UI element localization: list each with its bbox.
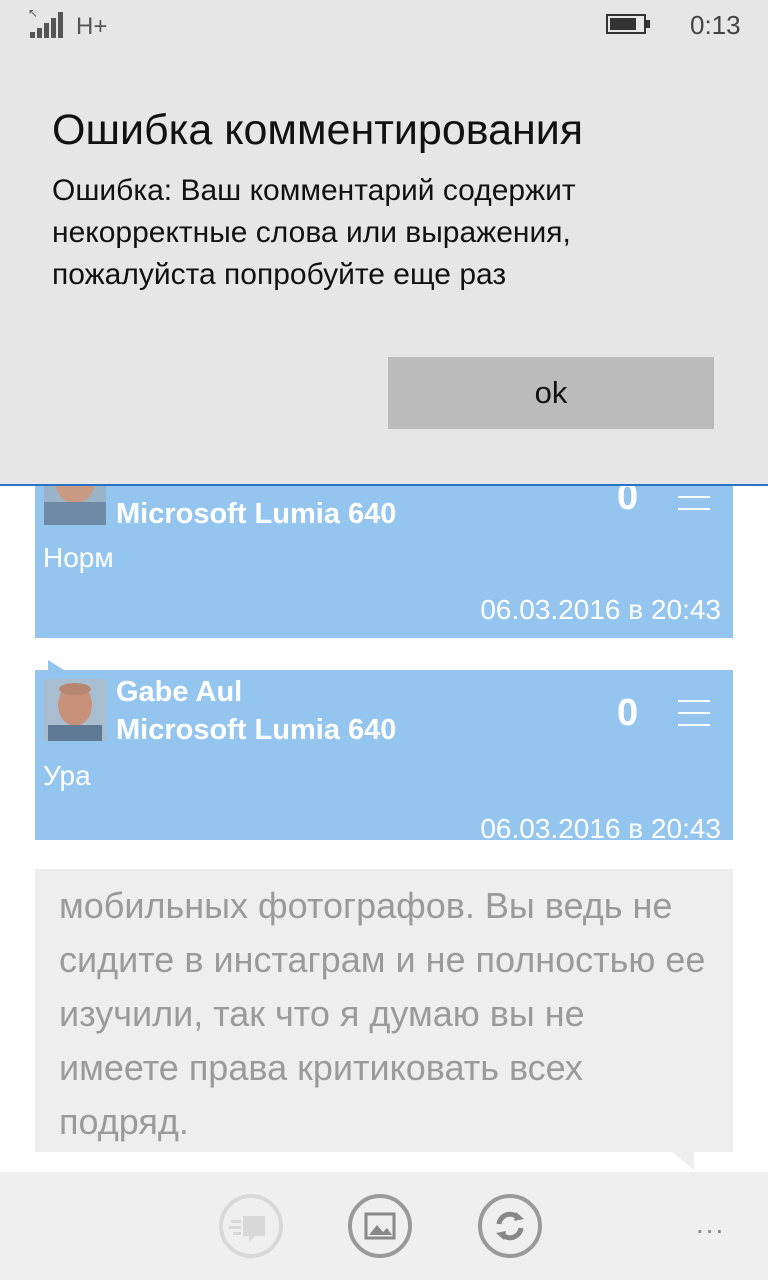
status-bar: ↖ H+ 0:13 [0, 0, 768, 52]
comment-text: Норм [43, 542, 114, 573]
signal-strength-icon: ↖ [28, 6, 64, 38]
ok-button[interactable]: ok [388, 357, 714, 429]
menu-icon[interactable] [678, 484, 710, 510]
dialog-message: Ошибка: Ваш комментарий содержит некорре… [52, 174, 576, 291]
refresh-icon [496, 1211, 524, 1241]
comment-draft-text: мобильных фотографов. Вы ведь не сидите … [59, 885, 706, 1142]
network-type: H+ [76, 13, 108, 40]
clock: 0:13 [690, 10, 741, 40]
comment-tail [48, 660, 64, 670]
refresh-button[interactable] [478, 1194, 542, 1258]
comment-card[interactable]: Microsoft Lumia 640 Норм 06.03.2016 в 20… [35, 460, 733, 638]
send-comment-icon [229, 1216, 265, 1242]
comment-text: Ура [43, 760, 91, 791]
comment-card[interactable]: Gabe Aul Microsoft Lumia 640 Ура 06.03.2… [35, 670, 733, 844]
comment-author: Gabe Aul [116, 676, 243, 708]
send-comment-button[interactable] [219, 1194, 283, 1258]
menu-icon[interactable] [678, 700, 710, 726]
battery-icon [606, 14, 650, 34]
image-icon [364, 1212, 396, 1240]
comment-score: 0 [617, 692, 639, 734]
more-options-button[interactable]: ... [696, 1208, 725, 1240]
comment-date: 06.03.2016 в 20:43 [480, 813, 721, 844]
comment-device: Microsoft Lumia 640 [116, 714, 397, 746]
app-bar: ... [0, 1172, 768, 1280]
attach-image-button[interactable] [348, 1194, 412, 1258]
comment-draft-tail [672, 1152, 694, 1170]
comment-date: 06.03.2016 в 20:43 [480, 594, 721, 625]
dialog-title: Ошибка комментирования [52, 106, 584, 154]
error-dialog: Ошибка комментирования Ошибка: Ваш комме… [0, 52, 768, 486]
avatar [44, 679, 106, 741]
comment-device: Microsoft Lumia 640 [116, 498, 397, 530]
comment-draft[interactable]: мобильных фотографов. Вы ведь не сидите … [35, 869, 733, 1152]
